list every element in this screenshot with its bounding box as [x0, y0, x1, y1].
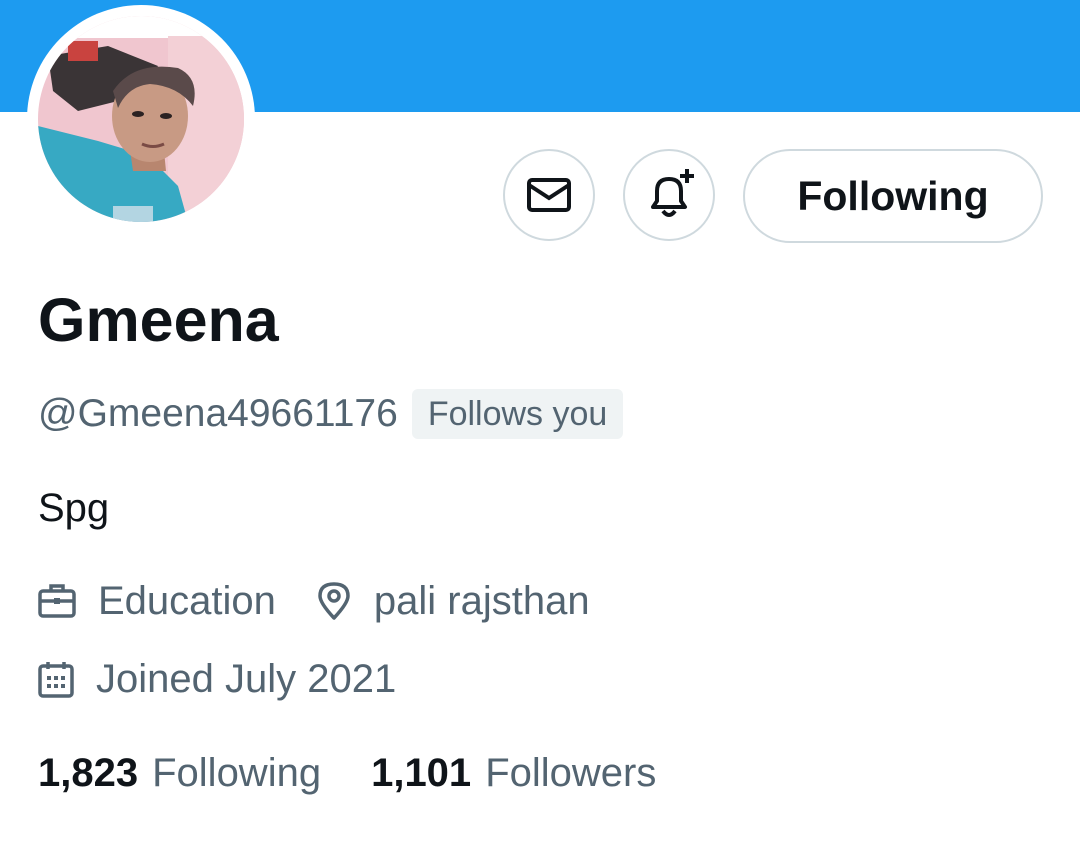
profile-meta-row: Education pali rajsthan	[38, 573, 590, 629]
profile-joined: Joined July 2021	[38, 657, 396, 702]
message-button[interactable]	[503, 149, 595, 241]
profile-location: pali rajsthan	[316, 579, 590, 624]
followers-count: 1,101	[371, 750, 472, 795]
followers-label: Followers	[485, 750, 657, 795]
follow-stats: 1,823 Following 1,101 Followers	[38, 745, 656, 801]
bell-plus-icon	[651, 169, 694, 217]
follows-you-badge: Follows you	[411, 389, 624, 439]
calendar-icon	[38, 662, 74, 698]
joined-label: Joined July 2021	[96, 656, 397, 701]
notifications-button[interactable]	[623, 149, 715, 241]
profile-category: Education	[38, 579, 276, 624]
profile-page: Following Gmeena @Gmeena49661176 Follows…	[0, 0, 1080, 845]
location-label: pali rajsthan	[373, 578, 590, 623]
avatar-photo	[38, 16, 244, 222]
display-name: Gmeena	[38, 286, 279, 354]
following-stat-link[interactable]: 1,823 Following	[38, 751, 321, 796]
category-label: Education	[98, 578, 276, 623]
briefcase-icon	[38, 584, 76, 618]
envelope-icon	[527, 178, 571, 212]
following-label: Following	[152, 750, 322, 795]
profile-bio: Spg	[38, 486, 110, 530]
following-count: 1,823	[38, 750, 139, 795]
followers-stat-link[interactable]: 1,101 Followers	[371, 751, 656, 796]
location-pin-icon	[318, 582, 350, 620]
handle-row: @Gmeena49661176 Follows you	[38, 386, 624, 442]
avatar[interactable]	[38, 16, 244, 222]
user-handle: @Gmeena49661176	[38, 392, 398, 435]
profile-joined-row: Joined July 2021	[38, 651, 396, 707]
following-button[interactable]: Following	[743, 149, 1043, 243]
